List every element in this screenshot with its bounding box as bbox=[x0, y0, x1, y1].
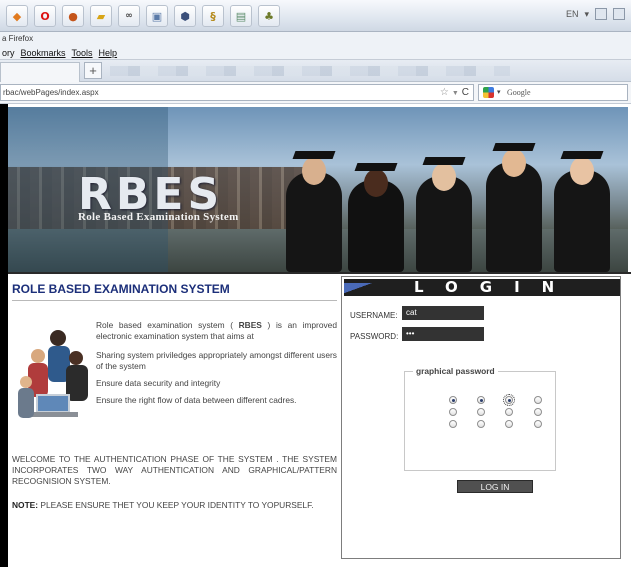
orange-icon[interactable]: ◆ bbox=[6, 5, 28, 27]
page-content: RBES Role Based Examination System ROLE … bbox=[0, 104, 631, 567]
banner-divider bbox=[8, 272, 631, 274]
pattern-radio[interactable] bbox=[534, 420, 542, 428]
menu-list: ory Bookmarks Tools Help bbox=[2, 48, 117, 58]
glasses-icon[interactable]: ∞ bbox=[118, 5, 140, 27]
opera-icon[interactable]: O bbox=[34, 5, 56, 27]
feature-intro-prefix: Role based examination system ( bbox=[96, 320, 239, 330]
tab-current[interactable] bbox=[0, 62, 80, 82]
note-message: PLEASE ENSURE THET YOU KEEP YOUR IDENTIT… bbox=[38, 500, 314, 510]
pattern-radio[interactable] bbox=[449, 396, 457, 404]
intro-section: ROLE BASED EXAMINATION SYSTEM Role based… bbox=[12, 282, 337, 510]
pattern-radio[interactable] bbox=[477, 420, 485, 428]
password-field[interactable]: ••• bbox=[402, 327, 484, 341]
title-underline bbox=[12, 300, 337, 301]
folder-icon[interactable]: ▰ bbox=[90, 5, 112, 27]
graduation-cap-icon bbox=[422, 157, 466, 165]
graduation-cap-icon bbox=[492, 143, 536, 151]
google-icon[interactable] bbox=[483, 87, 494, 98]
graphical-password-label: graphical password bbox=[413, 366, 498, 376]
graphical-password-group: graphical password bbox=[404, 366, 556, 471]
search-engine-dropdown-icon[interactable]: ▾ bbox=[497, 88, 501, 96]
graduate-head bbox=[302, 157, 326, 185]
graduation-cap-icon bbox=[354, 163, 398, 171]
welcome-text: WELCOME TO THE AUTHENTICATION PHASE OF T… bbox=[12, 454, 337, 486]
navigation-bar: rbac/webPages/index.aspx ☆ ▼ C ▾ Google bbox=[0, 82, 631, 104]
new-tab-button[interactable]: + bbox=[84, 62, 102, 79]
pattern-radio[interactable] bbox=[449, 408, 457, 416]
graduate-figure bbox=[486, 162, 542, 272]
feature-item: Ensure data security and integrity bbox=[96, 378, 221, 388]
notepad-icon[interactable]: ▤ bbox=[230, 5, 252, 27]
feature-item: Sharing system priviledges appropriately… bbox=[96, 350, 337, 371]
pattern-radio[interactable] bbox=[505, 420, 513, 428]
banner-subtitle: Role Based Examination System bbox=[78, 211, 239, 223]
tray-network-icon[interactable] bbox=[613, 8, 625, 20]
login-header: LOGIN bbox=[344, 279, 620, 296]
menu-history[interactable]: ory bbox=[2, 48, 15, 58]
dropdown-icon[interactable]: ▼ bbox=[452, 87, 459, 100]
tab-strip: + bbox=[0, 60, 631, 82]
feature-item: Ensure the right flow of data between di… bbox=[96, 395, 297, 405]
graduate-head bbox=[364, 169, 388, 197]
search-placeholder: Google bbox=[507, 88, 531, 97]
cube-icon[interactable]: ⬢ bbox=[174, 5, 196, 27]
bookmark-strip bbox=[110, 66, 510, 76]
puzzle-icon[interactable]: ♣ bbox=[258, 5, 280, 27]
graduates-image bbox=[278, 127, 628, 272]
pdf-icon[interactable]: § bbox=[202, 5, 224, 27]
language-indicator[interactable]: EN bbox=[566, 9, 579, 19]
login-title: LOGIN bbox=[414, 279, 577, 296]
browser-menubar: a Firefox ory Bookmarks Tools Help bbox=[0, 32, 631, 60]
url-text: rbac/webPages/index.aspx bbox=[3, 88, 99, 97]
system-tray: EN ▾ bbox=[566, 8, 625, 20]
reload-icon[interactable]: C bbox=[462, 87, 469, 100]
username-field[interactable]: cat bbox=[402, 306, 484, 320]
login-panel: LOGIN USERNAME: cat PASSWORD: ••• graphi… bbox=[341, 276, 621, 559]
note-label: NOTE: bbox=[12, 500, 39, 510]
tray-flag-icon[interactable] bbox=[595, 8, 607, 20]
search-box[interactable]: ▾ Google bbox=[478, 84, 628, 101]
graduate-figure bbox=[286, 172, 342, 272]
star-icon[interactable]: ☆ bbox=[440, 87, 449, 100]
pattern-radio[interactable] bbox=[503, 394, 515, 406]
rbes-acronym: RBES bbox=[238, 320, 262, 330]
pattern-radio[interactable] bbox=[534, 396, 542, 404]
address-bar[interactable]: rbac/webPages/index.aspx ☆ ▼ C bbox=[0, 84, 474, 101]
login-header-stripe bbox=[344, 283, 384, 294]
graduate-head bbox=[502, 149, 526, 177]
tray-arrow-icon[interactable]: ▾ bbox=[584, 9, 589, 20]
pattern-radio[interactable] bbox=[477, 408, 485, 416]
graduation-cap-icon bbox=[292, 151, 336, 159]
menu-tools[interactable]: Tools bbox=[72, 48, 93, 58]
pattern-radio[interactable] bbox=[449, 420, 457, 428]
graduate-head bbox=[570, 157, 594, 185]
header-banner: RBES Role Based Examination System bbox=[8, 107, 628, 272]
menu-bookmarks[interactable]: Bookmarks bbox=[21, 48, 66, 58]
page-title: ROLE BASED EXAMINATION SYSTEM bbox=[12, 282, 230, 296]
pattern-radio[interactable] bbox=[534, 408, 542, 416]
pattern-radio[interactable] bbox=[505, 408, 513, 416]
page-left-border bbox=[0, 104, 8, 567]
menu-help[interactable]: Help bbox=[99, 48, 118, 58]
window-icon[interactable]: ▣ bbox=[146, 5, 168, 27]
shield-icon[interactable]: ● bbox=[62, 5, 84, 27]
note-text: NOTE: PLEASE ENSURE THET YOU KEEP YOUR I… bbox=[12, 500, 337, 511]
pattern-radio[interactable] bbox=[477, 396, 485, 404]
url-actions: ☆ ▼ C bbox=[440, 87, 469, 100]
graduate-figure bbox=[554, 170, 610, 272]
feature-intro: Role based examination system ( RBES ) i… bbox=[96, 320, 337, 342]
login-button[interactable]: LOG IN bbox=[457, 480, 533, 493]
graduation-cap-icon bbox=[560, 151, 604, 159]
students-photo bbox=[16, 324, 94, 432]
password-label: PASSWORD: bbox=[350, 332, 399, 341]
username-label: USERNAME: bbox=[350, 311, 398, 320]
graduate-head bbox=[432, 163, 456, 191]
window-title: a Firefox bbox=[2, 34, 34, 43]
feature-list: Role based examination system ( RBES ) i… bbox=[96, 320, 337, 412]
windows-taskbar: ◆ O ● ▰ ∞ ▣ ⬢ § ▤ ♣ EN ▾ bbox=[0, 0, 631, 32]
